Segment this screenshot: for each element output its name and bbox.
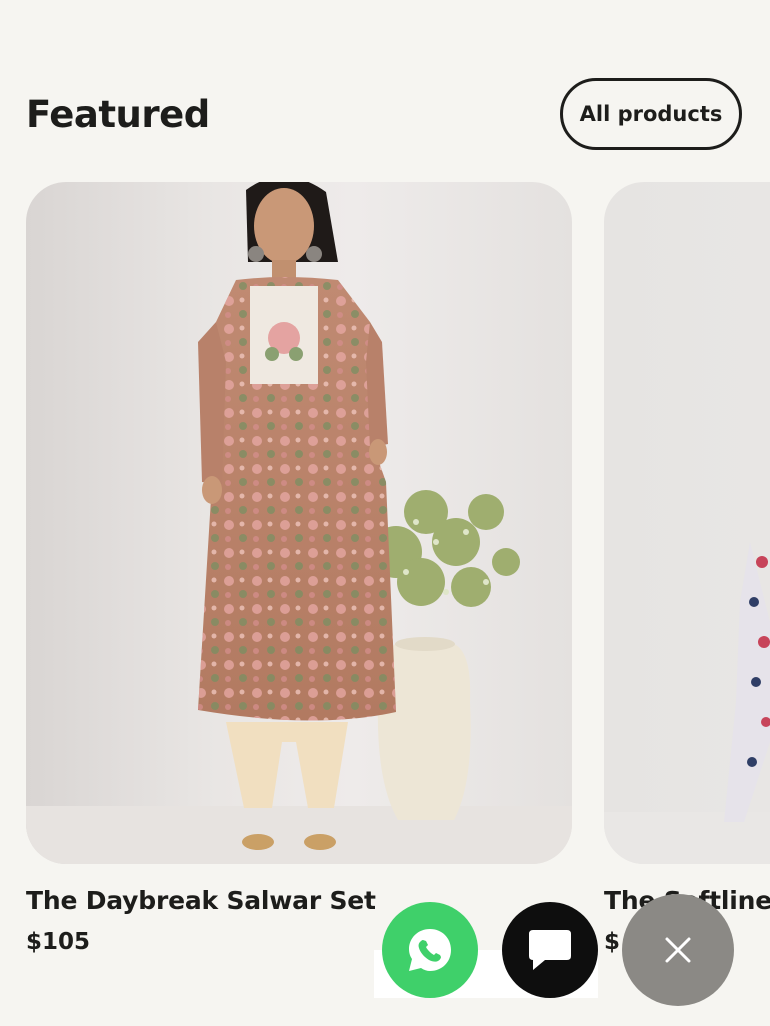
close-button[interactable] [622,894,734,1006]
product-card[interactable]: The Softline $ [604,182,770,955]
product-card[interactable]: The Daybreak Salwar Set $105 [26,182,572,955]
product-title[interactable]: The Daybreak Salwar Set [26,886,572,915]
product-photo-kurta [26,182,572,864]
chat-button[interactable] [502,902,598,998]
section-title: Featured [26,92,210,136]
product-carousel[interactable]: The Daybreak Salwar Set $105 The Softlin… [0,182,770,982]
chat-bubble-icon [529,930,571,970]
whatsapp-icon [409,929,451,971]
product-photo-softline [604,542,770,864]
all-products-button[interactable]: All products [560,78,742,150]
whatsapp-button[interactable] [382,902,478,998]
section-header: Featured All products [26,78,742,150]
product-image[interactable] [26,182,572,864]
close-icon [665,937,691,963]
product-image[interactable] [604,182,770,864]
